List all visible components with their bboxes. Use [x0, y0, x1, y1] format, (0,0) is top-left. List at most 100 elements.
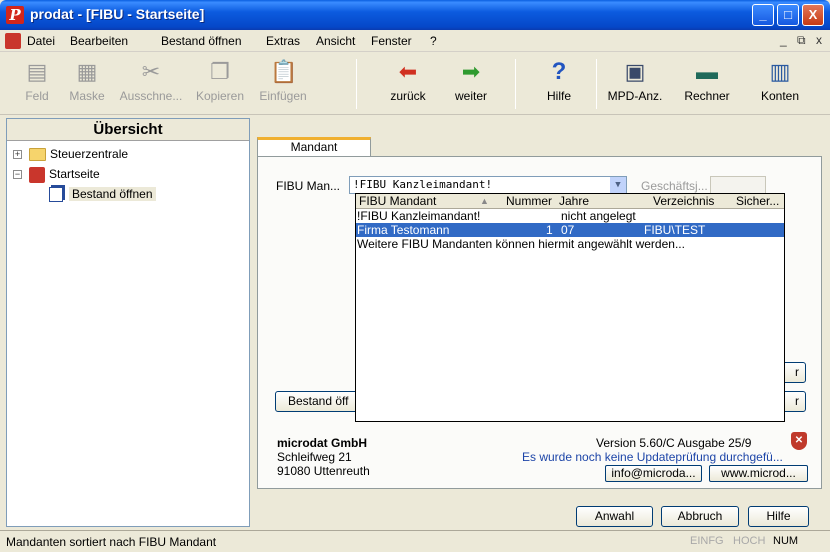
minimize-button[interactable]: _ [752, 4, 774, 26]
toolbar-feld-button[interactable]: ▤ Feld [14, 57, 60, 111]
fibu-mandant-combobox[interactable]: !FIBU Kanzleimandant! ▼ [349, 176, 627, 194]
toolbar-label: weiter [454, 89, 487, 103]
company-city: 91080 Uttenreuth [277, 464, 370, 478]
paste-icon: 📋 [270, 59, 298, 84]
documents-icon [49, 187, 63, 203]
mpd-display-icon: ▣ [624, 59, 646, 84]
overview-panel: Übersicht + Steuerzentrale − Startseite … [6, 118, 250, 527]
toolbar-label: Hilfe [546, 89, 571, 103]
list-item[interactable]: Weitere FIBU Mandanten können hiermit an… [356, 237, 784, 251]
tree-item-label: Bestand öffnen [69, 187, 156, 201]
forward-arrow-icon: ➡ [461, 59, 481, 84]
toolbar-label: MPD-Anz. [607, 89, 663, 103]
toolbar-rechner-button[interactable]: ▬ Rechner [676, 57, 738, 111]
menu-extras[interactable]: Extras [266, 34, 300, 48]
overview-title: Übersicht [7, 119, 249, 141]
mandant-dropdown-list[interactable]: FIBU Mandant ▲ Nummer Jahre Verzeichnis … [355, 193, 785, 422]
tab-mandant[interactable]: Mandant [257, 137, 371, 157]
toolbar-maske-button[interactable]: ▦ Maske [64, 57, 110, 111]
combo-value: !FIBU Kanzleimandant! [353, 178, 493, 191]
hilfe-button[interactable]: Hilfe [748, 506, 809, 527]
column-header-verzeichnis[interactable]: Verzeichnis [653, 194, 714, 208]
menu-ansicht[interactable]: Ansicht [316, 34, 355, 48]
toolbar-mpd-anz-button[interactable]: ▣ MPD-Anz. [604, 57, 666, 111]
menu-bearbeiten[interactable]: Bearbeiten [70, 34, 128, 48]
menu-help[interactable]: ? [430, 34, 437, 48]
toolbar-label: Einfügen [259, 89, 307, 103]
calculator-icon: ▬ [696, 59, 718, 84]
title-bar: P prodat - [FIBU - Startseite] _ □ X [0, 0, 830, 30]
hoch-indicator: HOCH [733, 535, 766, 547]
website-button[interactable]: www.microd... [709, 465, 808, 482]
accounts-icon: ▥ [769, 59, 791, 84]
toolbar-einfuegen-button[interactable]: 📋 Einfügen [252, 57, 314, 111]
status-text: Mandanten sortiert nach FIBU Mandant [6, 535, 217, 549]
cell-nummer: 1 [546, 223, 553, 237]
toolbar: ▤ Feld ▦ Maske ✂ Ausschne... ❐ Kopieren … [0, 53, 830, 115]
sort-asc-icon: ▲ [480, 196, 489, 206]
email-button[interactable]: info@microda... [605, 465, 702, 482]
field-icon: ▤ [26, 59, 48, 84]
cell-jahre: 07 [561, 223, 575, 237]
status-bar: Mandanten sortiert nach FIBU Mandant EIN… [0, 530, 830, 552]
expand-icon[interactable]: + [13, 150, 22, 159]
anwahl-button[interactable]: Anwahl [576, 506, 653, 527]
scissors-icon: ✂ [141, 59, 161, 84]
geschaeftsjahr-combobox[interactable] [710, 176, 766, 194]
column-header-sicher[interactable]: Sicher... [736, 194, 779, 208]
close-button[interactable]: X [802, 4, 824, 26]
cell-jahre: nicht angelegt [561, 209, 636, 223]
tree-item-bestand-oeffnen[interactable]: Bestand öffnen [49, 185, 156, 203]
copy-icon: ❐ [210, 59, 230, 84]
list-item[interactable]: !FIBU Kanzleimandant! nicht angelegt [356, 209, 784, 223]
menu-datei[interactable]: Datei [27, 34, 55, 48]
toolbar-kopieren-button[interactable]: ❐ Kopieren [190, 57, 250, 111]
menu-bar: Datei Bearbeiten Bestand öffnen Extras A… [0, 30, 830, 52]
collapse-icon[interactable]: − [13, 170, 22, 179]
toolbar-konten-button[interactable]: ▥ Konten [752, 57, 808, 111]
toolbar-weiter-button[interactable]: ➡ weiter [444, 57, 498, 111]
update-note[interactable]: Es wurde noch keine Updateprüfung durchg… [522, 450, 783, 464]
cell-mandant: !FIBU Kanzleimandant! [357, 209, 481, 223]
dropdown-header: FIBU Mandant ▲ Nummer Jahre Verzeichnis … [356, 194, 784, 209]
toolbar-zurueck-button[interactable]: ⬅ zurück [380, 57, 436, 111]
toolbar-label: Rechner [684, 89, 730, 103]
cell-verzeichnis: FIBU\TEST [644, 223, 706, 237]
maximize-button[interactable]: □ [777, 4, 799, 26]
toolbar-ausschneiden-button[interactable]: ✂ Ausschne... [114, 57, 188, 111]
company-street: Schleifweg 21 [277, 450, 352, 464]
tree-item-label: Startseite [49, 167, 100, 181]
column-header-fibu-mandant[interactable]: FIBU Mandant [359, 194, 436, 208]
mdi-close-button[interactable]: x [816, 33, 822, 47]
column-header-nummer[interactable]: Nummer [506, 194, 552, 208]
abbruch-button[interactable]: Abbruch [661, 506, 739, 527]
bestand-oeffnen-button[interactable]: Bestand öff [275, 391, 365, 412]
shield-icon: ✕ [791, 432, 807, 450]
list-item[interactable]: Firma Testomann 1 07 FIBU\TEST [356, 223, 784, 237]
back-arrow-icon: ⬅ [398, 59, 418, 84]
toolbar-label: Maske [69, 89, 105, 103]
toolbar-separator [596, 59, 597, 109]
toolbar-label: zurück [390, 89, 426, 103]
mdi-minimize-button[interactable]: _ [780, 33, 787, 47]
chevron-down-icon[interactable]: ▼ [610, 177, 626, 193]
mdi-restore-button[interactable]: ⧉ [797, 33, 806, 48]
menu-fenster[interactable]: Fenster [371, 34, 412, 48]
menu-bestand-oeffnen[interactable]: Bestand öffnen [161, 34, 242, 48]
document-icon[interactable] [5, 33, 21, 49]
geschaeftsjahr-label: Geschäftsj... [641, 179, 708, 193]
cell-mandant: Firma Testomann [357, 223, 450, 237]
version-text: Version 5.60/C Ausgabe 25/9 [596, 436, 752, 450]
num-indicator: NUM [773, 535, 799, 547]
mask-icon: ▦ [76, 59, 98, 84]
toolbar-label: Konten [760, 89, 800, 103]
company-name: microdat GmbH [277, 436, 368, 450]
toolbar-hilfe-button[interactable]: ? Hilfe [532, 57, 586, 111]
column-header-jahre[interactable]: Jahre [559, 194, 589, 208]
toolbar-label: Feld [25, 89, 49, 103]
folder-icon [29, 148, 46, 162]
einfg-indicator: EINFG [690, 535, 724, 547]
window-title: prodat - [FIBU - Startseite] [30, 6, 205, 22]
help-icon: ? [551, 58, 567, 85]
tree-item-label: Steuerzentrale [50, 147, 129, 161]
